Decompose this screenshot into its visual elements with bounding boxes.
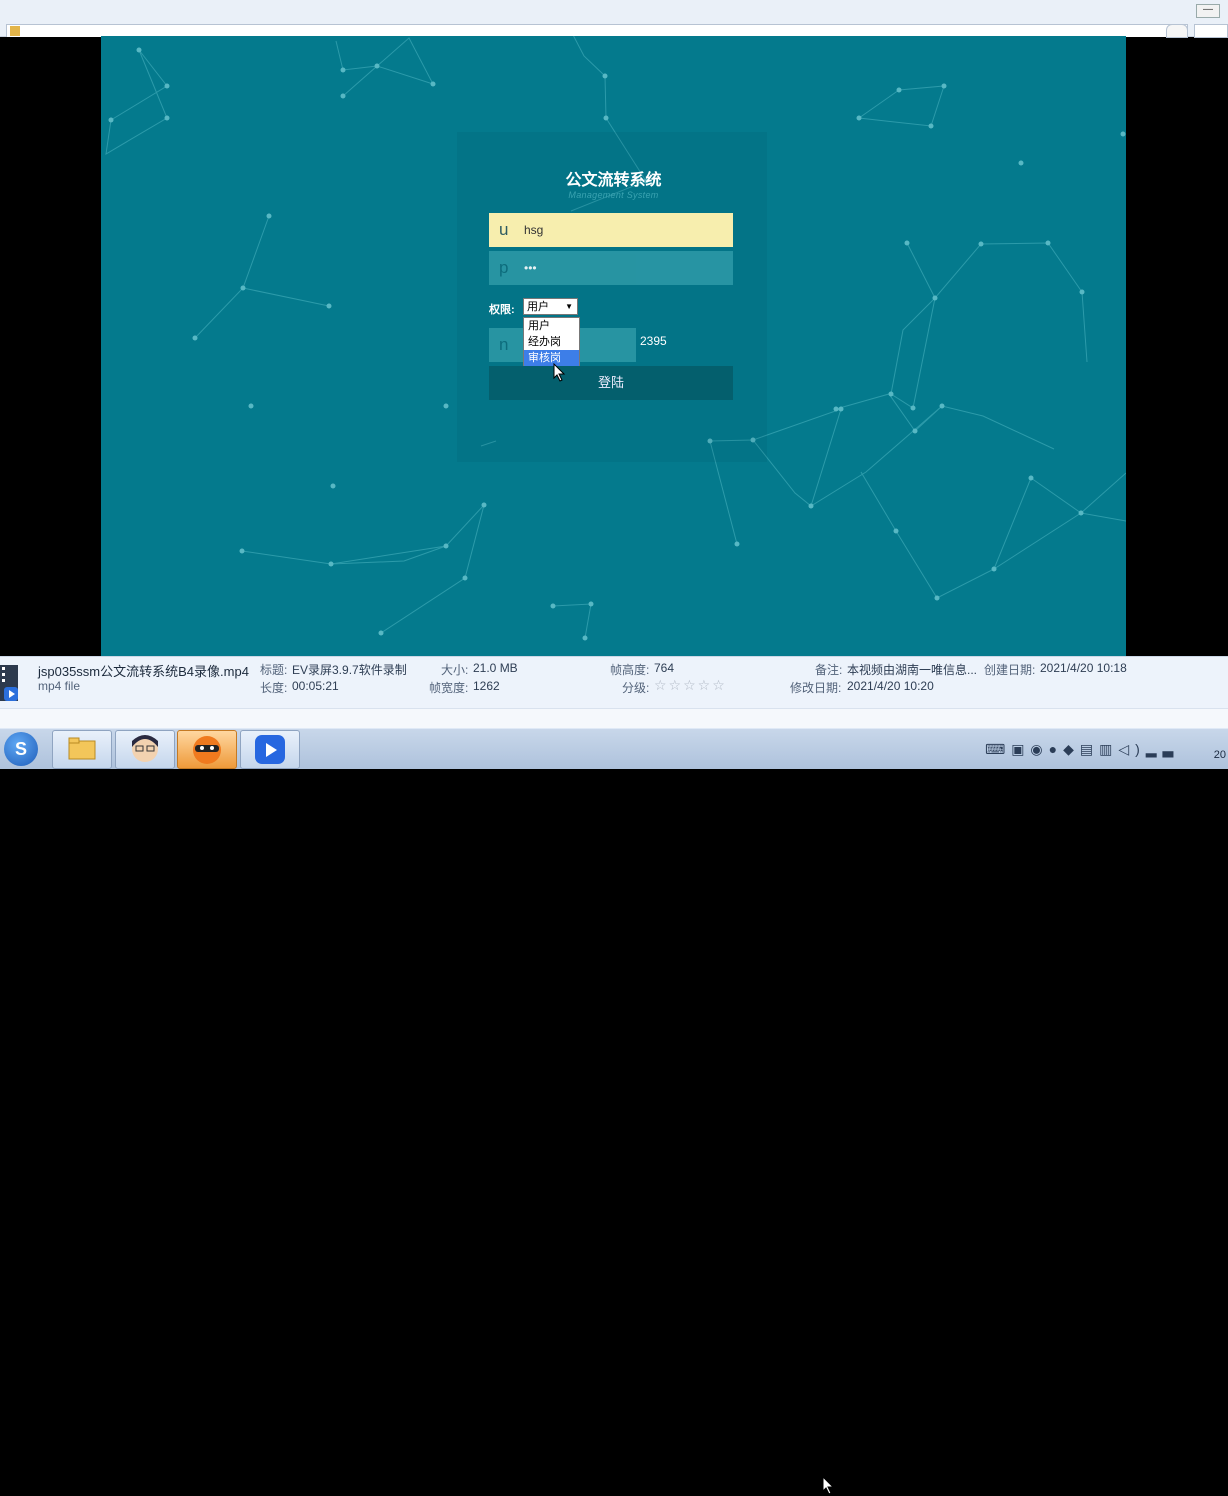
file-details-pane: jsp035ssm公文流转系统B4录像.mp4 mp4 file 标题: EV录…: [0, 656, 1228, 709]
frame-width-label: 帧宽度:: [429, 681, 469, 695]
role-option[interactable]: 用户: [524, 318, 579, 334]
role-label: 权限:: [489, 304, 515, 316]
note-value[interactable]: 本视频由湖南一唯信息...: [847, 661, 977, 678]
explorer-taskbar-button[interactable]: [52, 730, 112, 769]
folder-icon: [68, 737, 96, 760]
video-file-icon: [0, 665, 18, 701]
password-field[interactable]: p •••: [489, 251, 733, 285]
rating-label: 分级:: [622, 681, 650, 695]
clock[interactable]: 20: [1214, 749, 1226, 761]
password-value: •••: [524, 261, 537, 275]
captcha-code[interactable]: 2395: [640, 334, 667, 348]
player-taskbar-button[interactable]: [240, 730, 300, 769]
size-label: 大小:: [441, 663, 469, 677]
video-player-icon: [255, 735, 285, 764]
captcha-icon: n: [499, 335, 509, 354]
note-label: 备注:: [815, 663, 843, 677]
taskbar: S ⌨▣◉●◆▤▥◁)▂▃ 20: [0, 728, 1228, 1495]
password-icon: p: [499, 258, 509, 277]
username-field[interactable]: u hsg: [489, 213, 733, 247]
title-label: 标题:: [260, 663, 288, 677]
status-strip: [0, 708, 1228, 729]
video-frame: 公文流转系统 Management System u hsg p ••• 权限:…: [101, 36, 1126, 656]
username-value: hsg: [524, 223, 544, 237]
login-button[interactable]: 登陆: [489, 366, 733, 400]
mouse-cursor-icon: [553, 363, 566, 382]
rating-stars[interactable]: ☆☆☆☆☆: [654, 677, 727, 694]
dropdown-arrow-icon: ▼: [565, 302, 573, 311]
avatar-taskbar-button[interactable]: [115, 730, 175, 769]
username-icon: u: [499, 220, 509, 239]
role-select[interactable]: 用户 ▼: [523, 298, 578, 315]
minimize-button[interactable]: —: [1196, 4, 1220, 18]
role-option[interactable]: 经办岗: [524, 334, 579, 350]
role-option-highlighted[interactable]: 审核岗: [524, 350, 579, 366]
length-label: 长度:: [260, 681, 288, 695]
created-label: 创建日期:: [984, 663, 1036, 677]
folder-icon: [10, 26, 20, 36]
length-value: 00:05:21: [292, 679, 339, 693]
file-type: mp4 file: [38, 679, 81, 693]
frame-height-label: 帧高度:: [610, 663, 650, 677]
login-subtitle: Management System: [568, 190, 659, 200]
cartoon-avatar-icon: [132, 735, 158, 762]
back-button[interactable]: [1166, 24, 1188, 38]
ninja-taskbar-button[interactable]: [177, 730, 237, 769]
size-value: 21.0 MB: [473, 661, 518, 675]
role-selected-value: 用户: [527, 301, 549, 313]
file-name: jsp035ssm公文流转系统B4录像.mp4: [38, 664, 249, 679]
title-value[interactable]: EV录屏3.9.7软件录制: [292, 661, 407, 678]
right-panel-tab[interactable]: [1194, 24, 1228, 38]
modified-value[interactable]: 2021/4/20 10:20: [847, 679, 934, 693]
login-title: 公文流转系统: [565, 172, 662, 189]
frame-height-value: 764: [654, 661, 675, 675]
frame-width-value: 1262: [473, 679, 500, 693]
mouse-cursor-icon: [822, 1476, 835, 1495]
sogou-start-icon[interactable]: S: [4, 732, 38, 766]
created-value[interactable]: 2021/4/20 10:18: [1040, 661, 1127, 675]
modified-label: 修改日期:: [790, 681, 842, 695]
system-tray-icons[interactable]: ⌨▣◉●◆▤▥◁)▂▃: [985, 741, 1179, 758]
orange-ninja-icon: [193, 736, 221, 764]
window-chrome: —: [0, 0, 1228, 38]
